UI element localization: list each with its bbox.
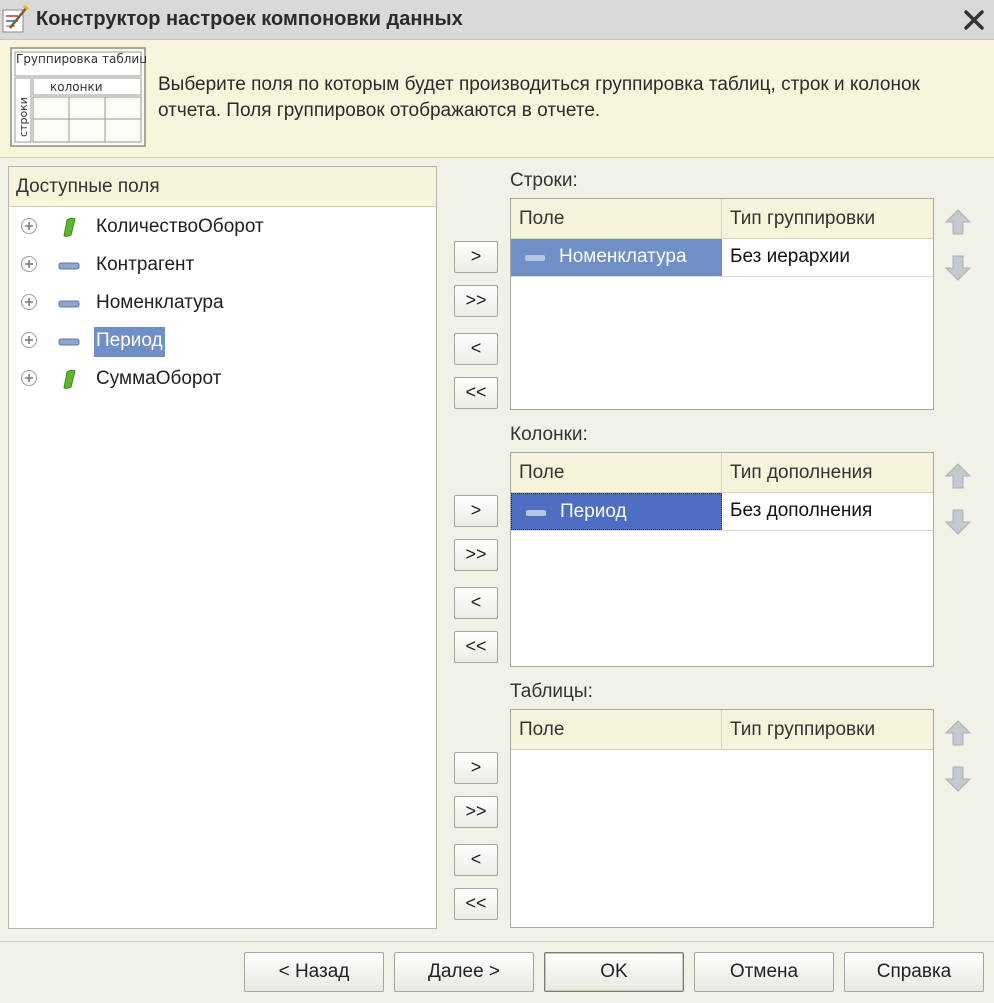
expand-plus-icon[interactable] [20,331,38,349]
table-row[interactable]: Период Без дополнения [511,493,933,531]
tree-item-period[interactable]: Период [9,322,436,360]
expand-plus-icon[interactable] [20,369,38,387]
wizard-icon [2,5,29,33]
columns-add-all-button[interactable]: >> [454,539,498,571]
tables-remove-button[interactable]: < [454,844,498,876]
cancel-button[interactable]: Отмена [694,952,834,992]
tables-grid[interactable]: Поле Тип группировки [510,709,934,928]
rows-grid[interactable]: Поле Тип группировки Номенклатура Без ие… [510,198,934,410]
tree-item-label: Номенклатура [96,292,224,313]
wizard-description: Выберите поля по которым будет производи… [158,74,920,121]
dimension-icon [58,300,80,308]
columns-remove-all-button[interactable]: << [454,631,498,663]
svg-text:строки: строки [17,97,30,137]
tree-item-counterparty[interactable]: Контрагент [9,246,436,284]
tree-item-nomenclature[interactable]: Номенклатура [9,284,436,322]
column-header-grouping-type[interactable]: Тип группировки [730,208,875,230]
next-button[interactable]: Далее > [394,952,534,992]
tables-remove-all-button[interactable]: << [454,888,498,920]
window-title: Конструктор настроек компоновки данных [36,8,463,30]
expand-plus-icon[interactable] [20,293,38,311]
dimension-icon [526,510,546,516]
tables-grid-header: Поле Тип группировки [511,710,933,750]
tables-add-all-button[interactable]: >> [454,796,498,828]
available-fields-tree[interactable]: Доступные поля КоличествоОборот Контраге… [8,166,437,929]
addition-type-cell[interactable]: Без дополнения [722,493,934,530]
columns-label: Колонки: [510,424,588,445]
rows-add-all-button[interactable]: >> [454,285,498,317]
field-cell[interactable]: Номенклатура [511,239,722,276]
footer-divider [0,941,994,942]
svg-text:Группировка таблиц: Группировка таблиц [16,52,146,66]
available-fields-title: Доступные поля [16,176,160,197]
column-header-field[interactable]: Поле [519,462,564,484]
svg-text:колонки: колонки [50,80,103,94]
tables-add-button[interactable]: > [454,752,498,784]
expand-plus-icon[interactable] [20,217,38,235]
rows-remove-button[interactable]: < [454,333,498,365]
column-header-addition-type[interactable]: Тип дополнения [730,462,873,484]
available-fields-header: Доступные поля [9,167,436,207]
move-down-arrow-icon[interactable] [943,507,973,537]
help-button[interactable]: Справка [844,952,984,992]
back-button[interactable]: < Назад [244,952,384,992]
tree-item-label: Контрагент [96,254,195,275]
ok-button[interactable]: OK [544,952,684,992]
dimension-icon [525,255,545,261]
dimension-icon [58,262,80,270]
rows-add-button[interactable]: > [454,241,498,273]
columns-add-button[interactable]: > [454,495,498,527]
field-cell[interactable]: Период [511,493,722,530]
resource-icon [63,217,76,237]
move-down-arrow-icon[interactable] [943,253,973,283]
columns-grid[interactable]: Поле Тип дополнения Период Без дополнени… [510,452,934,667]
move-up-arrow-icon[interactable] [943,207,973,237]
rows-grid-header: Поле Тип группировки [511,199,933,239]
tree-item-label: КоличествоОборот [96,216,264,237]
rows-remove-all-button[interactable]: << [454,377,498,409]
move-down-arrow-icon[interactable] [943,764,973,794]
columns-grid-header: Поле Тип дополнения [511,453,933,493]
tree-item-quantity[interactable]: КоличествоОборот [9,208,436,246]
tree-item-label: СуммаОборот [96,368,222,389]
column-header-field[interactable]: Поле [519,208,564,230]
grouping-type-cell[interactable]: Без иерархии [722,239,934,276]
column-header-field[interactable]: Поле [519,719,564,741]
tree-item-sum[interactable]: СуммаОборот [9,360,436,398]
grouping-layout-picture: Группировка таблиц колонки строки [10,47,146,147]
close-icon[interactable] [958,4,990,36]
dimension-icon [58,338,80,346]
columns-remove-button[interactable]: < [454,587,498,619]
tree-item-label: Период [94,327,165,357]
expand-plus-icon[interactable] [20,255,38,273]
tables-label: Таблицы: [510,681,593,702]
move-up-arrow-icon[interactable] [943,718,973,748]
move-up-arrow-icon[interactable] [943,461,973,491]
table-row[interactable]: Номенклатура Без иерархии [511,239,933,277]
column-header-grouping-type[interactable]: Тип группировки [730,719,875,741]
resource-icon [63,369,76,389]
rows-label: Строки: [510,170,578,191]
